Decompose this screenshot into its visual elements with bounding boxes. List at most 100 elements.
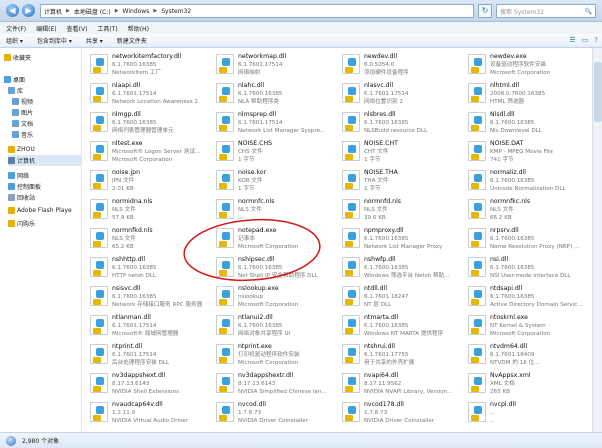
nav-item[interactable]: 闪购乐 (8, 218, 35, 229)
file-item[interactable]: nvcpl.dll...... (468, 400, 592, 426)
nav-item[interactable]: 音乐 (12, 129, 33, 140)
preview-pane-icon[interactable]: ▭ (582, 36, 589, 44)
file-detail-1: 6.1.7600.16385 (490, 294, 535, 300)
scrollbar-thumb[interactable] (594, 62, 602, 122)
file-item[interactable]: NOISE.DAT KMP - MPEG Movie File 741 字节 (468, 139, 592, 165)
file-detail-1: 1.2.11.0 (112, 410, 136, 416)
nav-item[interactable]: ZHOU (8, 144, 35, 155)
file-item[interactable]: NOISE.THA THA 文件 1 字节 (342, 168, 468, 194)
file-icon-gear (93, 67, 101, 73)
nav-item[interactable]: 回收站 (8, 192, 35, 203)
file-item[interactable]: nvapi64.dll 8.17.11.9562 NVIDIA NVAPI Libr… (342, 371, 468, 397)
search-icon[interactable]: 🔍 (585, 8, 592, 15)
file-item[interactable]: nlmgp.dll 6.1.7600.16385 网络列表管理器管理单元 (90, 110, 216, 136)
file-item[interactable]: nrpsrv.dll 6.1.7600.16385 Name Resolution … (468, 226, 592, 252)
nav-item-label: 视频 (21, 99, 34, 106)
breadcrumb[interactable]: 计算机 ▶ 本地磁盘 (C:) ▶ Windows ▶ System32 (40, 4, 474, 18)
file-item[interactable]: nshwfp.dll 6.1.7600.16385 Windows 筛选平台 Net… (342, 255, 468, 281)
nav-item[interactable]: 图片 (12, 107, 33, 118)
file-item[interactable]: normnfkc.nls NLS 文件 66.2 KB (468, 197, 592, 223)
file-item[interactable]: normaliz.dll 6.1.7600.16385 Unicode Normal… (468, 168, 592, 194)
file-item[interactable]: nv3dappshext.dll 8.17.13.6143 NVIDIA Shell… (90, 371, 216, 397)
share-button[interactable]: 共享 ▾ (86, 36, 103, 45)
nav-item[interactable]: 视频 (12, 96, 33, 107)
forward-button[interactable]: ▶ (22, 4, 35, 17)
file-item[interactable]: normnfkd.nls NLS 文件 65.2 KB (90, 226, 216, 252)
nav-item[interactable]: Adobe Flash Playe (8, 205, 72, 216)
menu-view[interactable]: 查看(V) (67, 24, 88, 33)
file-icon-glyph (348, 348, 356, 356)
file-item[interactable]: ntdsapi.dll 6.1.7600.16385 Active Director… (468, 284, 592, 310)
file-item[interactable]: noise.jpn JPN 文件 2.01 KB (90, 168, 216, 194)
file-item[interactable]: ntprint.dll 6.1.7601.17514 后台处理程序安装 DLL (90, 342, 216, 368)
file-item[interactable]: npmproxy.dll 6.1.7600.16385 Network List M… (342, 226, 468, 252)
file-item[interactable]: nvcod178.dll 1.7.8.73 NVIDIA Driver Coinst… (342, 400, 468, 426)
breadcrumb-separator-icon: ▶ (153, 8, 158, 14)
file-item[interactable]: newdev.dll 6.0.5054.0 添加硬件设备程序 (342, 52, 468, 78)
file-item[interactable]: normnfd.nls NLS 文件 39.6 KB (342, 197, 468, 223)
file-item[interactable]: ntmarta.dll 6.1.7600.16385 Windows NT MART… (342, 313, 468, 339)
organize-button[interactable]: 组织 ▾ (6, 36, 23, 45)
file-item[interactable]: NvAppsx.xml XML 文档 265 KB (468, 371, 592, 397)
file-item[interactable]: nshhttp.dll 6.1.7600.16385 HTTP netsh DLL (90, 255, 216, 281)
file-item[interactable]: normnfc.nls NLS 文件... (216, 197, 342, 223)
file-item[interactable]: ntprint.exe 打印机驱动程序软件安装 Microsoft Corporat… (216, 342, 342, 368)
file-item[interactable]: notepad.exe 记事本 Microsoft Corporation (216, 226, 342, 252)
vertical-scrollbar[interactable] (592, 48, 602, 432)
change-view-icon[interactable]: ☰ (569, 36, 575, 44)
back-button[interactable]: ◀ (6, 4, 19, 17)
file-item[interactable]: nlaapi.dll 6.1.7601.17514 Network Location… (90, 81, 216, 107)
file-item[interactable]: ntlanman.dll 6.1.7601.17514 Microsoft® 局域网… (90, 313, 216, 339)
file-item[interactable]: ntdll.dll 6.1.7601.18247 NT 层 DLL (342, 284, 468, 310)
refresh-button[interactable]: ↻ (478, 4, 492, 18)
file-item[interactable]: nlsbres.dll 6.1.7600.16385 NLSBuild resour… (342, 110, 468, 136)
file-item[interactable]: nlmsprep.dll 6.1.7601.17514 Network List M… (216, 110, 342, 136)
breadcrumb-drive[interactable]: 本地磁盘 (C:) (74, 7, 111, 16)
nav-item[interactable]: 控制面板 (8, 181, 41, 192)
file-detail-2: Microsoft Corporation (238, 244, 299, 250)
file-item[interactable]: nvcod.dll 1.7.8.73 NVIDIA Driver Coinstall… (216, 400, 342, 426)
breadcrumb-system32[interactable]: System32 (161, 8, 191, 15)
file-item[interactable]: nsi.dll 6.1.7600.16385 NSI User-mode inter… (468, 255, 592, 281)
file-item[interactable]: ntvdm64.dll 6.1.7601.18409 NTVDM 的 16 位... (468, 342, 592, 368)
include-in-library-button[interactable]: 包含到库中 ▾ (37, 36, 72, 45)
nav-item[interactable]: 文档 (12, 118, 33, 129)
file-item[interactable]: nlasvc.dll 6.1.7601.17514 网络位置识别 2 (342, 81, 468, 107)
nav-item-label: 图片 (21, 110, 34, 117)
file-item[interactable]: nslookup.exe nslookup Microsoft Corporatio… (216, 284, 342, 310)
file-item[interactable]: ntlanui2.dll 6.1.7600.16385 网络对象共享程序 UI (216, 313, 342, 339)
nav-item[interactable]: 计算机 (8, 155, 82, 166)
breadcrumb-windows[interactable]: Windows (123, 8, 150, 15)
file-item[interactable]: NOISE.CHS CHS 文件 1 字节 (216, 139, 342, 165)
breadcrumb-computer[interactable]: 计算机 (44, 7, 62, 16)
file-item[interactable]: nsisvc.dll 6.1.7600.16385 Network 存储接口服务 R… (90, 284, 216, 310)
menu-file[interactable]: 文件(F) (6, 24, 26, 33)
search-input[interactable]: 搜索 System32 🔍 (496, 4, 596, 18)
file-item[interactable]: nv3dappshextr.dll 8.17.13.6143 NVIDIA Simp… (216, 371, 342, 397)
file-item[interactable]: networkmap.dll 6.1.7601.17514 网络映射 (216, 52, 342, 78)
file-icon-gear (345, 183, 353, 189)
file-item[interactable]: ntoskrnl.exe NT Kernel & System Microsoft … (468, 313, 592, 339)
nav-item[interactable]: 网络 (8, 170, 29, 181)
nav-item[interactable]: 桌面 (4, 74, 25, 85)
file-item[interactable]: nltest.exe Microsoft® Logon Server 测试... M… (90, 139, 216, 165)
file-item[interactable]: nshipsec.dll 6.1.7600.16385 Net Shell IP 安… (216, 255, 342, 281)
file-item[interactable]: networkitemfactory.dll 6.1.7600.16385 Netw… (90, 52, 216, 78)
file-item[interactable]: nlahc.dll 6.1.7600.16385 NLA 帮助程序类 (216, 81, 342, 107)
menu-edit[interactable]: 编辑(E) (36, 24, 56, 33)
help-icon[interactable]: ? (594, 36, 598, 44)
file-item[interactable]: ntshrui.dll 6.1.7601.17755 用于共享的外壳扩展 (342, 342, 468, 368)
file-item[interactable]: noise.kor KOR 文件 1 字节 (216, 168, 342, 194)
nav-item[interactable]: 库 (8, 85, 23, 96)
file-item[interactable]: Nlsdl.dll 6.1.7600.16385 Nls Downlevel DLL (468, 110, 592, 136)
file-detail-2: 1 字节 (238, 186, 255, 192)
file-item[interactable]: normidna.nls NLS 文件 57.9 KB (90, 197, 216, 223)
file-item[interactable]: NOISE.CHT CHT 文件 1 字节 (342, 139, 468, 165)
menu-help[interactable]: 帮助(H) (128, 24, 149, 33)
file-item[interactable]: nvaudcap64v.dll 1.2.11.0 NVIDIA Virtual Au… (90, 400, 216, 426)
nav-item[interactable]: 收藏夹 (4, 52, 31, 63)
file-item[interactable]: newdev.exe 设备驱动程序软件安装 Microsoft Corporatio… (468, 52, 592, 78)
file-item[interactable]: nlhtml.dll 2008.0.7600.16385 HTML 筛选器 (468, 81, 592, 107)
new-folder-button[interactable]: 新建文件夹 (117, 36, 147, 45)
menu-tools[interactable]: 工具(T) (97, 24, 117, 33)
